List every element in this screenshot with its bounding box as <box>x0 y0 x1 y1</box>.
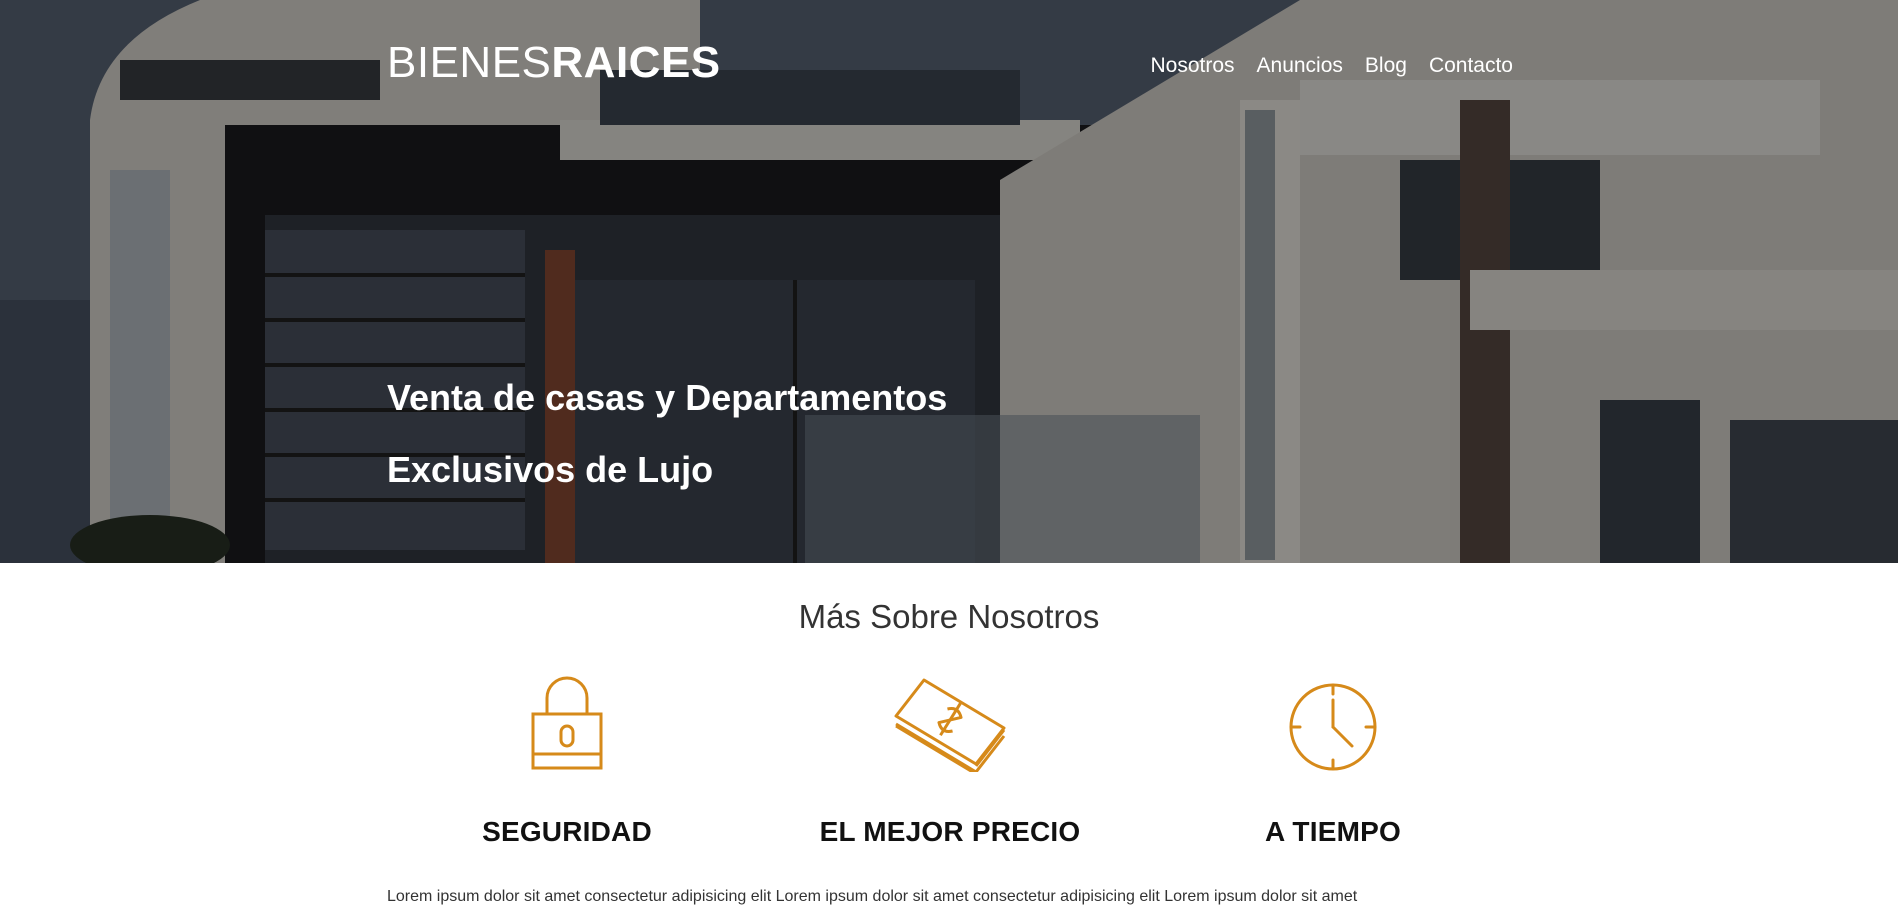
about-section-title: Más Sobre Nosotros <box>798 598 1100 635</box>
logo-thin-text: BIENES <box>387 38 552 87</box>
nav-link-blog[interactable]: Blog <box>1365 54 1407 78</box>
lock-icon <box>507 672 627 772</box>
feature-security: SEGURIDAD <box>387 672 747 848</box>
logo-bold-text: RAICES <box>551 38 721 87</box>
nav-link-contacto[interactable]: Contacto <box>1429 54 1513 78</box>
feature-title: A TIEMPO <box>1265 816 1401 847</box>
hero-heading-line-2: Exclusivos de Lujo <box>387 449 714 490</box>
nav-link-anuncios[interactable]: Anuncios <box>1257 54 1343 78</box>
hero-header: BIENESRAICES Nosotros Anuncios Blog Cont… <box>0 0 1898 563</box>
site-logo[interactable]: BIENESRAICES <box>387 38 721 88</box>
clock-icon <box>1273 672 1393 772</box>
feature-on-time: A TIEMPO <box>1153 672 1513 848</box>
feature-title: SEGURIDAD <box>482 816 652 847</box>
hero-content: BIENESRAICES Nosotros Anuncios Blog Cont… <box>387 0 1513 563</box>
main-navigation: Nosotros Anuncios Blog Contacto <box>1150 54 1513 78</box>
feature-title: EL MEJOR PRECIO <box>819 816 1081 847</box>
feature-best-price: EL MEJOR PRECIO <box>770 672 1130 848</box>
hero-heading: Venta de casas y Departamentos Exclusivo… <box>387 362 947 506</box>
features-list: SEGURIDAD EL MEJOR PRECIO A TIEMPO <box>387 672 1513 848</box>
about-body-text: Lorem ipsum dolor sit amet consectetur a… <box>387 888 1358 905</box>
nav-link-nosotros[interactable]: Nosotros <box>1150 54 1234 78</box>
money-stack-icon <box>890 672 1010 772</box>
hero-heading-line-1: Venta de casas y Departamentos <box>387 377 948 418</box>
